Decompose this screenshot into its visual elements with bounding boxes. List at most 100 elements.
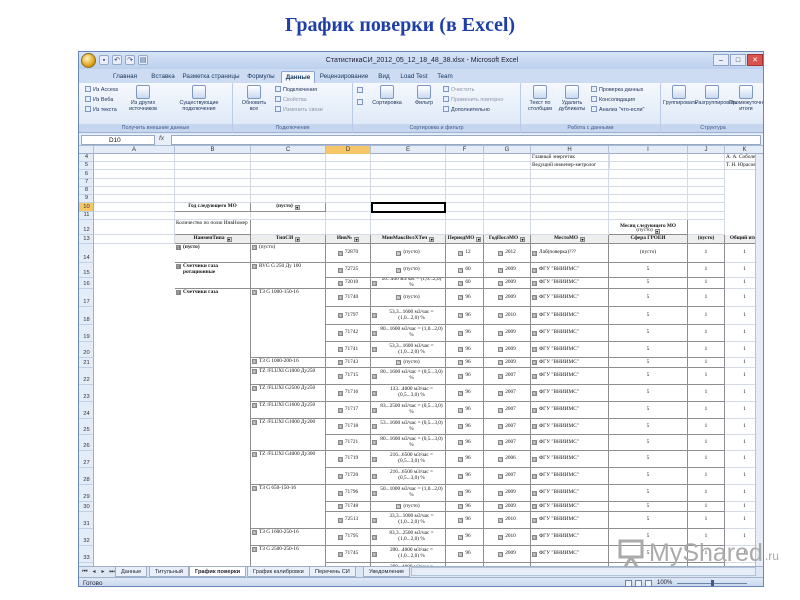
tab-data[interactable]: Данные xyxy=(281,71,315,83)
row-header-6[interactable]: 6 xyxy=(79,170,94,179)
cell-last-year[interactable]: ⊟ 2010 xyxy=(484,512,531,529)
collapse-icon[interactable]: ⊟ xyxy=(252,452,257,457)
empty-cell[interactable] xyxy=(531,203,609,212)
cell-period[interactable]: ⊟96 xyxy=(446,451,484,468)
empty-cell[interactable] xyxy=(371,187,446,195)
collapse-icon[interactable]: ⊟ xyxy=(337,360,343,365)
row-header-4[interactable]: 4 xyxy=(79,154,94,162)
office-button[interactable] xyxy=(81,53,96,68)
collapse-icon[interactable]: ⊟ xyxy=(337,424,343,429)
empty-cell[interactable] xyxy=(688,187,725,195)
collapse-icon[interactable]: ⊟ xyxy=(337,390,343,396)
minimize-button[interactable]: – xyxy=(713,54,729,66)
sheet-tab-title[interactable]: Титульный xyxy=(149,567,190,577)
collapse-icon[interactable]: ⊟ xyxy=(498,347,504,352)
tab-home[interactable]: Главная xyxy=(105,71,145,83)
collapse-icon[interactable]: ⊟ xyxy=(337,280,343,286)
prev-sheet-icon[interactable]: ◂ xyxy=(90,568,98,576)
collapse-icon[interactable]: ⊟ xyxy=(252,486,257,491)
cell-sphere[interactable]: 5 xyxy=(609,451,688,468)
cell-sphere[interactable]: 5 xyxy=(609,368,688,385)
collapse-icon[interactable]: ⊟ xyxy=(498,456,504,462)
cell-sphere[interactable]: 5 xyxy=(609,325,688,342)
save-icon[interactable]: ▪ xyxy=(99,55,109,65)
empty-cell[interactable] xyxy=(326,170,371,179)
zoom-level[interactable]: 100% xyxy=(657,579,672,586)
cell-range[interactable]: ⊟ 216...6500 м3/час = (0,5...3,0) % xyxy=(371,468,446,485)
cell-last-year[interactable]: ⊟ 2010 xyxy=(484,529,531,546)
empty-cell[interactable] xyxy=(251,162,326,170)
cell-location[interactable]: ⊟ФГУ "ВНИИМС" xyxy=(531,385,609,402)
empty-cell[interactable] xyxy=(688,170,725,179)
cell-location[interactable]: ⊟ФГУ "ВНИИМС" xyxy=(531,358,609,368)
field-header[interactable]: ГодПослМО ▾ xyxy=(484,235,531,244)
empty-cell[interactable] xyxy=(609,195,688,203)
cell-inv-number[interactable]: ⊟ 71741 xyxy=(326,342,371,358)
empty-cell[interactable] xyxy=(609,203,688,212)
cell-period[interactable]: ⊟96 xyxy=(446,307,484,325)
row-header-13[interactable]: 13 xyxy=(79,235,94,244)
cell-location[interactable]: ⊟ФГУ "ВНИИМС" xyxy=(531,502,609,512)
collapse-icon[interactable]: ⊟ xyxy=(458,267,464,273)
cell-model[interactable]: ⊟ ТЗ G 650-150-16 xyxy=(251,485,326,529)
cell-sphere[interactable]: 5 xyxy=(609,358,688,368)
collapse-icon[interactable]: ⊟ xyxy=(252,420,257,425)
empty-cell[interactable] xyxy=(531,170,609,179)
empty-cell[interactable] xyxy=(94,179,175,187)
cell-period[interactable]: ⊟96 xyxy=(446,289,484,307)
consolidate-button[interactable]: Консолидация xyxy=(591,96,635,104)
column-header-j[interactable]: J xyxy=(688,146,725,154)
row-header-31[interactable]: 31 xyxy=(79,512,94,529)
empty-cell[interactable] xyxy=(446,162,484,170)
cell-period[interactable]: ⊟96 xyxy=(446,529,484,546)
collapse-icon[interactable]: ⊟ xyxy=(372,473,377,479)
cell-inv-number[interactable]: ⊟ 71718 xyxy=(326,419,371,435)
collapse-icon[interactable]: ⊟ xyxy=(252,245,257,250)
cell-range[interactable]: ⊟ 53,3...1600 м3/час = (1,0...2,0) % xyxy=(371,307,446,325)
collapse-icon[interactable]: ⊟ xyxy=(337,250,343,256)
empty-cell[interactable] xyxy=(609,187,688,195)
collapse-icon[interactable]: ⊟ xyxy=(396,504,402,509)
cell-sphere[interactable]: 5 xyxy=(609,512,688,529)
horizontal-scrollbar[interactable] xyxy=(411,567,756,576)
row-header-12[interactable]: 12 xyxy=(79,220,94,235)
empty-cell[interactable] xyxy=(326,162,371,170)
cell-period[interactable]: ⊟ 60 xyxy=(446,278,484,289)
first-sheet-icon[interactable]: ⏮ xyxy=(81,568,89,576)
empty-cell[interactable] xyxy=(326,195,371,203)
collapse-icon[interactable]: ⊟ xyxy=(337,407,343,413)
sheet-tab-data[interactable]: Данные xyxy=(115,567,148,577)
cell-model[interactable]: ⊟ ТЗ G 2500-250-16 xyxy=(251,546,326,566)
field-filter-icon[interactable]: ▾ xyxy=(295,236,301,242)
cell-inv-number[interactable]: ⊟ 71748 xyxy=(326,502,371,512)
empty-cell[interactable] xyxy=(484,220,531,235)
maximize-button[interactable]: □ xyxy=(730,54,746,66)
empty-cell[interactable] xyxy=(326,154,371,162)
tab-page-layout[interactable]: Разметка страницы xyxy=(181,71,241,83)
cell-inv-number[interactable]: ⊟ 71797 xyxy=(326,307,371,325)
cell-location[interactable]: ⊟ФГУ "ВНИИМС" xyxy=(531,307,609,325)
cell-range[interactable]: ⊟ 80...1600 м3/час = (0,5...3,0) % xyxy=(371,368,446,385)
connections-button[interactable]: Подключения xyxy=(275,86,317,94)
collapse-icon[interactable]: ⊟ xyxy=(458,407,464,413)
empty-cell[interactable] xyxy=(251,195,326,203)
subtotal-button[interactable]: Промежуточные итоги xyxy=(729,85,763,112)
row-header-16[interactable]: 16 xyxy=(79,278,94,289)
cell-last-year[interactable]: ⊟ 2007 xyxy=(484,468,531,485)
formula-input[interactable] xyxy=(171,135,761,145)
collapse-icon[interactable]: ⊟ xyxy=(532,407,537,413)
cell-empty-count[interactable]: 1 xyxy=(688,402,725,419)
empty-cell[interactable] xyxy=(175,170,251,179)
ungroup-button[interactable]: Разгруппировать xyxy=(695,85,737,106)
cell-last-year[interactable]: ⊟2009 xyxy=(484,358,531,368)
cell-location[interactable]: ⊟ФГУ "ВНИИМС" xyxy=(531,368,609,385)
empty-cell[interactable] xyxy=(251,170,326,179)
cell-inv-number[interactable]: ⊟ 71717 xyxy=(326,402,371,419)
collapse-icon[interactable]: ⊟ xyxy=(532,295,537,300)
collapse-icon[interactable]: ⊟ xyxy=(458,490,464,496)
cell-inv-number[interactable]: ⊟ 71795 xyxy=(326,529,371,546)
empty-cell[interactable] xyxy=(688,162,725,170)
collapse-icon[interactable]: ⊟ xyxy=(498,424,504,429)
collapse-icon[interactable]: ⊟ xyxy=(372,390,377,396)
collapse-icon[interactable]: ⊟ xyxy=(372,456,377,462)
